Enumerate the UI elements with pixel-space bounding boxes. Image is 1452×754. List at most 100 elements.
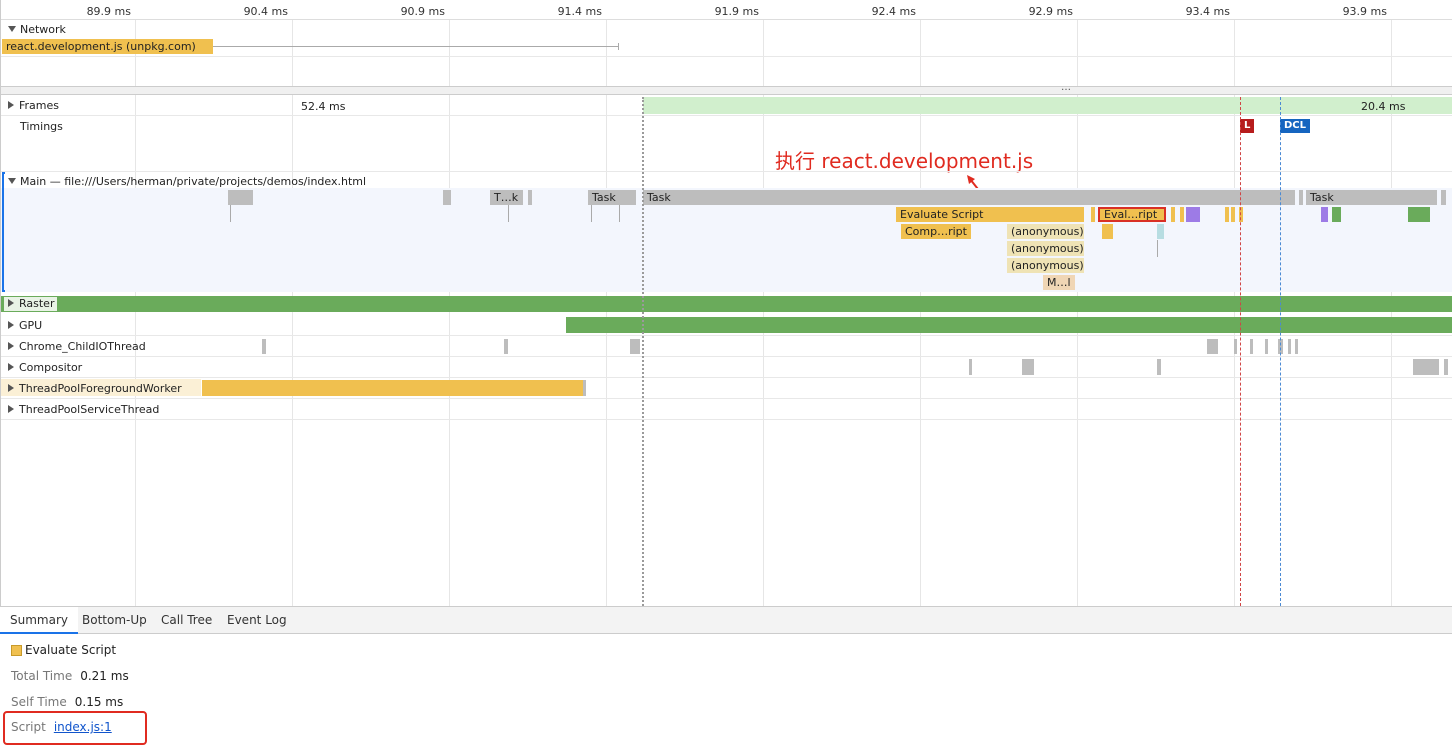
ruler-tick: 89.9 ms <box>86 5 131 18</box>
io-task-block[interactable] <box>1288 339 1291 354</box>
compositor-task-block[interactable] <box>1444 359 1448 375</box>
anonymous-call-block[interactable]: (anonymous) <box>1007 241 1084 256</box>
tab-summary[interactable]: Summary <box>0 607 78 634</box>
divider <box>1 335 1452 336</box>
ruler-tick: 93.4 ms <box>1185 5 1230 18</box>
tab-event-log[interactable]: Event Log <box>217 607 297 634</box>
task-block[interactable]: Task <box>643 190 1295 205</box>
raster-track-bar[interactable] <box>1 296 1452 312</box>
io-task-block[interactable] <box>1207 339 1218 354</box>
gc-block[interactable] <box>1157 224 1164 239</box>
network-request-bar[interactable]: react.development.js (unpkg.com) <box>2 39 213 54</box>
io-task-block[interactable] <box>1295 339 1298 354</box>
script-block[interactable] <box>1171 207 1175 222</box>
load-marker[interactable]: L <box>1240 119 1255 133</box>
ruler-tick: 90.9 ms <box>400 5 445 18</box>
divider <box>1 419 1452 420</box>
io-task-block[interactable] <box>504 339 508 354</box>
gpu-track-toggle[interactable]: GPU <box>8 319 42 332</box>
childio-track-toggle[interactable]: Chrome_ChildIOThread <box>8 340 146 353</box>
anonymous-call-block[interactable]: (anonymous) <box>1007 224 1084 239</box>
foreground-track-toggle[interactable]: ThreadPoolForegroundWorker <box>8 382 182 395</box>
details-panel: Summary Bottom-Up Call Tree Event Log Ev… <box>0 606 1452 754</box>
script-label: Script <box>11 720 46 734</box>
frame-duration[interactable]: 52.4 ms <box>301 100 345 113</box>
main-track-toggle[interactable]: Main — file:///Users/herman/private/proj… <box>8 175 366 188</box>
gpu-activity-bar[interactable] <box>566 317 1452 333</box>
task-block[interactable] <box>1441 190 1446 205</box>
timeline-canvas[interactable]: 89.9 ms 90.4 ms 90.9 ms 91.4 ms 91.9 ms … <box>0 0 1452 606</box>
io-task-block[interactable] <box>1250 339 1253 354</box>
task-tick <box>619 205 620 222</box>
load-event-line <box>1240 97 1241 606</box>
network-track-toggle[interactable]: Network <box>8 23 66 36</box>
script-source-link[interactable]: index.js:1 <box>54 720 112 734</box>
task-block[interactable] <box>228 190 253 205</box>
function-call-label: M…l <box>1047 276 1071 289</box>
splitter-grip-icon: … <box>1061 82 1071 93</box>
script-block[interactable] <box>1225 207 1229 222</box>
task-block[interactable]: Task <box>1306 190 1437 205</box>
io-task-block[interactable] <box>1265 339 1268 354</box>
task-block[interactable]: Task <box>588 190 636 205</box>
painting-block[interactable] <box>1332 207 1341 222</box>
foreground-task-bar[interactable] <box>202 380 583 396</box>
task-block[interactable] <box>528 190 532 205</box>
divider <box>1 115 1452 116</box>
raster-track-toggle[interactable]: Raster <box>4 297 58 311</box>
frames-track-toggle[interactable]: Frames <box>8 99 59 112</box>
rendering-block[interactable] <box>1321 207 1328 222</box>
divider <box>1 377 1452 378</box>
task-label: T…k <box>494 191 519 204</box>
frame-duration[interactable]: 20.4 ms <box>1361 100 1405 113</box>
childio-label: Chrome_ChildIOThread <box>19 340 146 353</box>
rendering-block[interactable] <box>1186 207 1200 222</box>
time-ruler[interactable]: 89.9 ms 90.4 ms 90.9 ms 91.4 ms 91.9 ms … <box>1 0 1452 20</box>
tab-bottom-up[interactable]: Bottom-Up <box>72 607 157 634</box>
evaluate-script-block[interactable]: Evaluate Script <box>896 207 1084 222</box>
compositor-task-block[interactable] <box>1022 359 1034 375</box>
anonymous-call-block[interactable]: (anonymous) <box>1007 258 1084 273</box>
self-time-row: Self Time 0.15 ms <box>11 695 123 709</box>
compositor-task-block[interactable] <box>969 359 972 375</box>
frame-bar[interactable] <box>643 97 1452 114</box>
collapse-arrow-icon <box>8 299 14 307</box>
io-task-block[interactable] <box>262 339 266 354</box>
divider <box>1 356 1452 357</box>
script-block[interactable] <box>1231 207 1235 222</box>
raster-label: Raster <box>19 297 55 310</box>
dcl-marker[interactable]: DCL <box>1280 119 1311 133</box>
compositor-task-block[interactable] <box>1413 359 1439 375</box>
compositor-task-block[interactable] <box>1157 359 1161 375</box>
painting-block[interactable] <box>1408 207 1430 222</box>
script-block[interactable] <box>1091 207 1095 222</box>
foreground-label: ThreadPoolForegroundWorker <box>19 382 182 395</box>
foreground-task-tail[interactable] <box>583 380 586 396</box>
compositor-track-toggle[interactable]: Compositor <box>8 361 82 374</box>
compositor-label: Compositor <box>19 361 83 374</box>
eval-script-highlighted-block[interactable]: Eval…ript <box>1098 207 1166 222</box>
script-block[interactable] <box>1102 224 1113 239</box>
divider <box>1 56 1452 57</box>
evaluate-script-label: Evaluate Script <box>900 208 984 221</box>
tab-call-tree[interactable]: Call Tree <box>151 607 222 634</box>
ruler-tick: 93.9 ms <box>1342 5 1387 18</box>
task-tick <box>591 205 592 222</box>
anonymous-label: (anonymous) <box>1011 259 1084 272</box>
total-time-label: Total Time <box>11 669 73 683</box>
script-block[interactable] <box>1180 207 1184 222</box>
task-block[interactable]: T…k <box>490 190 523 205</box>
function-call-block[interactable]: M…l <box>1043 275 1075 290</box>
io-task-block[interactable] <box>1234 339 1237 354</box>
timings-label: Timings <box>20 120 63 133</box>
dcl-event-line <box>1280 97 1281 606</box>
io-task-block[interactable] <box>630 339 640 354</box>
network-request-label: react.development.js (unpkg.com) <box>6 40 196 53</box>
gpu-label: GPU <box>19 319 43 332</box>
task-block[interactable] <box>443 190 451 205</box>
task-block[interactable] <box>1299 190 1303 205</box>
compile-script-block[interactable]: Comp…ript <box>901 224 971 239</box>
resize-splitter[interactable]: … <box>1 82 1452 95</box>
main-label: Main — file:///Users/herman/private/proj… <box>20 175 367 188</box>
service-track-toggle[interactable]: ThreadPoolServiceThread <box>8 403 159 416</box>
